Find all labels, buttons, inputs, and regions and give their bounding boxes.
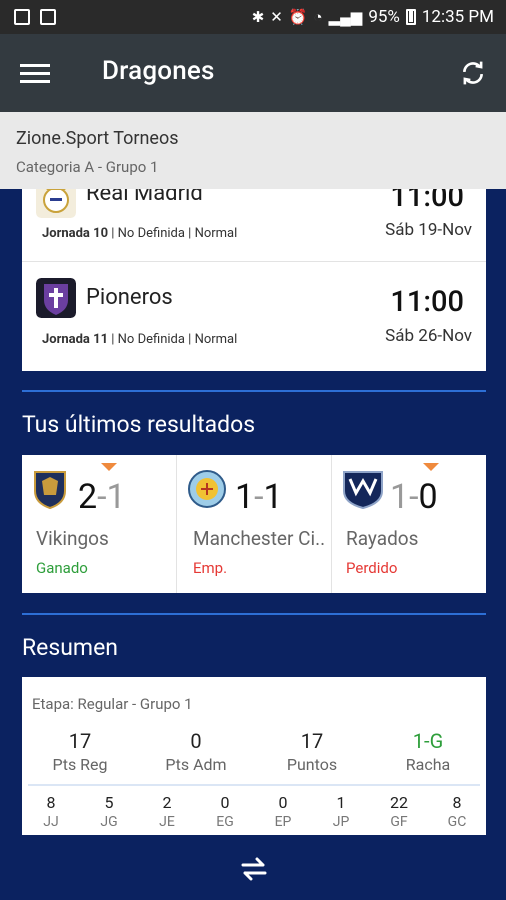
match-info: Jornada 11 | No Definida | Normal (42, 332, 237, 347)
result-item[interactable]: 1-1 Manchester Ci.. Emp. (177, 455, 332, 593)
stat-gf: 22 GF (390, 793, 408, 830)
battery-percent: 95% (368, 7, 400, 27)
match-date: Sáb 26-Nov (385, 326, 472, 346)
stat-ep: 0 EP (274, 793, 292, 830)
result-team: Rayados (346, 527, 419, 550)
clock: 12:35 PM (421, 7, 494, 27)
result-score: 1-1 (235, 477, 283, 517)
results-title: Tus últimos resultados (22, 411, 256, 438)
stage-label: Etapa: Regular - Grupo 1 (32, 695, 193, 713)
result-outcome: Ganado (36, 559, 88, 577)
bluetooth-icon: ✱ (251, 8, 265, 26)
alarm-icon: ⏰ (288, 8, 308, 26)
section-divider (22, 613, 486, 615)
menu-button[interactable] (20, 62, 50, 84)
match-info: Jornada 10 | No Definida | Normal (42, 226, 237, 241)
wifi-icon: ◔ (313, 8, 323, 26)
result-item[interactable]: 1-0 Rayados Perdido (332, 455, 486, 593)
gallery-notification-icon (14, 9, 30, 25)
refresh-icon[interactable] (460, 60, 486, 86)
score-opponent: 1 (263, 477, 283, 517)
rayados-crest-icon (343, 471, 383, 509)
result-team: Manchester Ci.. (193, 527, 326, 550)
result-score: 1-0 (390, 477, 438, 517)
score-own: 1 (235, 477, 255, 517)
stat-pts-adm: 0 Pts Adm (165, 729, 227, 774)
tournament-header[interactable]: Zione.Sport Torneos Categoria A - Grupo … (0, 112, 506, 189)
result-item[interactable]: 2-1 Vikingos Ganado (22, 455, 177, 593)
mute-icon: ✕ (270, 8, 283, 26)
stat-eg: 0 EG (216, 793, 234, 830)
score-opponent: 0 (418, 477, 438, 517)
summary-title: Resumen (22, 634, 118, 661)
manchester-city-crest-icon (188, 470, 226, 508)
match-date: Sáb 19-Nov (385, 220, 472, 240)
home-marker-icon (423, 463, 439, 471)
stat-jj: 8 JJ (43, 793, 59, 830)
page-title: Dragones (102, 56, 215, 86)
store-notification-icon (40, 9, 56, 25)
stat-je: 2 JE (159, 793, 175, 830)
swap-arrow-icon[interactable] (237, 851, 271, 885)
stat-jp: 1 JP (332, 793, 350, 830)
status-bar: ✱ ✕ ⏰ ◔ ▂▄▆ 95% 12:35 PM (0, 0, 506, 34)
match-time: 11:00 (390, 285, 464, 319)
stat-pts-reg: 17 Pts Reg (52, 729, 108, 774)
signal-icon: ▂▄▆ (328, 8, 363, 26)
result-outcome: Emp. (193, 559, 228, 577)
match-row[interactable]: Pioneros 11:00 Jornada 11 | No Definida … (22, 261, 486, 367)
result-score: 2-1 (78, 477, 126, 517)
result-team: Vikingos (36, 527, 109, 550)
summary-divider (28, 784, 480, 786)
stat-jg: 5 JG (100, 793, 118, 830)
summary-card: Etapa: Regular - Grupo 1 17 Pts Reg 0 Pts … (22, 677, 486, 835)
home-marker-icon (101, 463, 117, 471)
result-outcome: Perdido (346, 559, 398, 577)
section-divider (22, 390, 486, 392)
score-own: 1 (390, 477, 410, 517)
match-meta: | No Definida | Normal (108, 226, 238, 241)
team-name: Pioneros (86, 285, 173, 310)
jornada-label: Jornada 11 (42, 332, 109, 347)
stat-racha: 1-G Racha (405, 729, 451, 774)
tournament-category: Categoria A - Grupo 1 (16, 158, 159, 176)
battery-icon (405, 9, 416, 25)
vikingos-crest-icon (34, 471, 66, 509)
tournament-name: Zione.Sport Torneos (16, 128, 179, 149)
stat-puntos: 17 Puntos (286, 729, 338, 774)
score-own: 2 (78, 477, 98, 517)
score-opponent: 1 (106, 477, 126, 517)
stat-gc: 8 GC (447, 793, 467, 830)
jornada-label: Jornada 10 (42, 226, 109, 241)
results-card: 2-1 Vikingos Ganado 1-1 Manchester Ci.. … (22, 455, 486, 593)
pioneros-crest-icon (36, 278, 76, 318)
match-meta: | No Definida | Normal (108, 332, 238, 347)
app-bar: Dragones (0, 34, 506, 112)
